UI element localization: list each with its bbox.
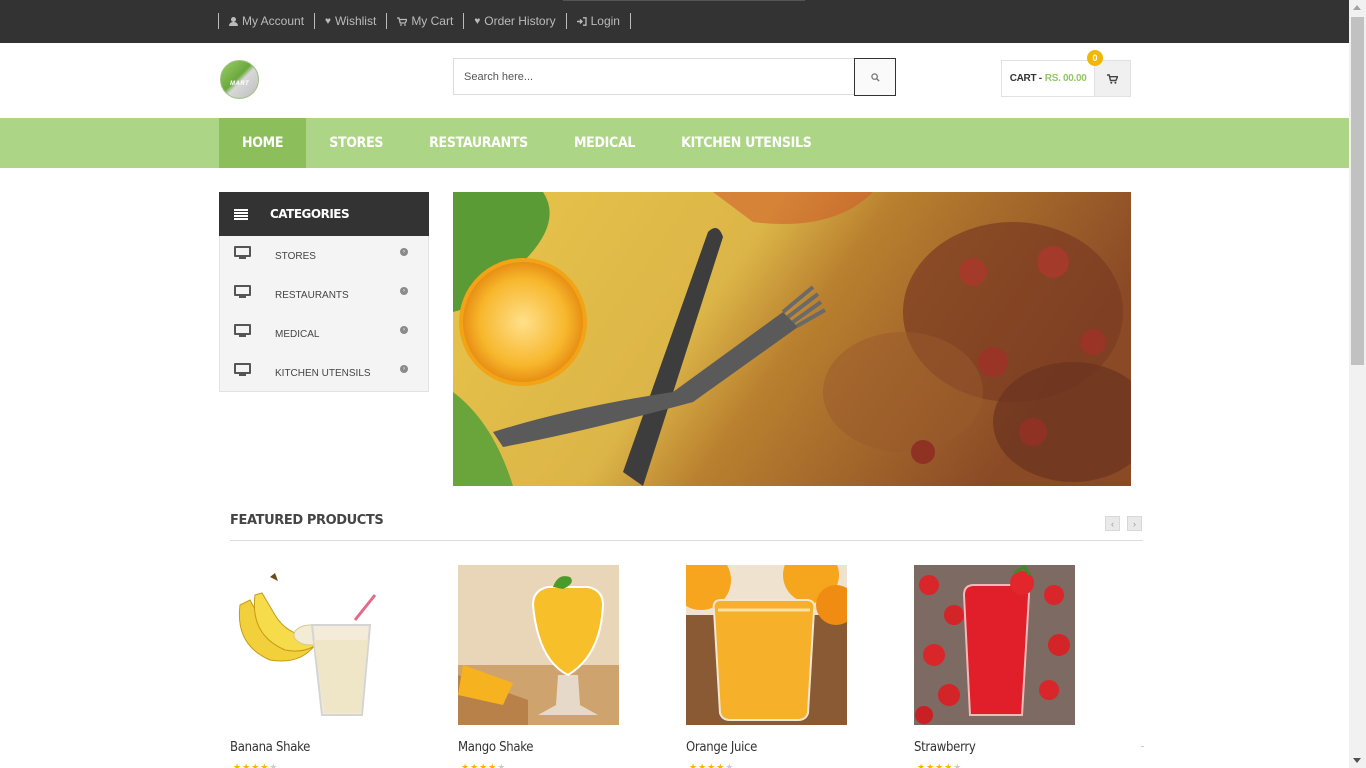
account-links: My Account ♥ Wishlist My Cart ♥ Order Hi…: [218, 13, 631, 29]
main-nav-items: HOME STORES RESTAURANTS MEDICAL KITCHEN …: [219, 118, 835, 168]
top-bar: My Account ♥ Wishlist My Cart ♥ Order Hi…: [0, 0, 1349, 43]
cart-widget[interactable]: CART - RS. 00.00: [1001, 60, 1131, 97]
next-product-peek: [1141, 746, 1144, 747]
heart-icon: ♥: [474, 15, 481, 27]
featured-products-title: FEATURED PRODUCTS: [230, 513, 384, 528]
product-image-orange-juice[interactable]: [686, 565, 847, 725]
desktop-icon: [234, 246, 251, 260]
chevron-right-icon: ›: [400, 248, 408, 256]
product-rating: ★★★★★: [233, 762, 279, 768]
search-button[interactable]: [854, 58, 896, 96]
my-account-label: My Account: [242, 14, 305, 28]
my-cart-link[interactable]: My Cart: [386, 13, 463, 29]
cart-button[interactable]: [1094, 61, 1130, 96]
category-item-kitchen-utensils[interactable]: KITCHEN UTENSILS ›: [220, 353, 428, 392]
heart-icon: ♥: [325, 15, 331, 27]
product-image-mango-shake[interactable]: [458, 565, 619, 725]
logo-text: MART: [230, 81, 250, 87]
product-card[interactable]: Orange Juice ★★★★★: [686, 565, 847, 768]
hero-banner-image[interactable]: [453, 192, 1131, 486]
login-icon: [576, 16, 587, 26]
my-account-link[interactable]: My Account: [218, 13, 314, 29]
nav-item-stores[interactable]: STORES: [306, 118, 406, 168]
chevron-right-icon: ›: [400, 365, 408, 373]
product-rating: ★★★★★: [461, 762, 507, 768]
scroll-up-arrow-icon[interactable]: [1353, 5, 1361, 10]
browser-tab-hint: [563, 0, 805, 1]
cart-count-badge: 0: [1087, 50, 1103, 66]
menu-icon: [234, 208, 248, 220]
scroll-down-arrow-icon[interactable]: [1353, 758, 1361, 763]
order-history-link[interactable]: ♥ Order History: [463, 13, 565, 29]
product-image-banana-shake[interactable]: [230, 565, 391, 725]
cart-icon: [397, 16, 409, 26]
product-name[interactable]: Strawberry: [914, 740, 976, 755]
nav-item-medical[interactable]: MEDICAL: [551, 118, 658, 168]
login-label: Login: [590, 14, 620, 28]
search-icon: [870, 72, 880, 82]
category-item-medical[interactable]: MEDICAL ›: [220, 314, 428, 353]
login-link[interactable]: Login: [565, 13, 631, 29]
nav-item-kitchen-utensils[interactable]: KITCHEN UTENSILS: [658, 118, 834, 168]
product-name[interactable]: Mango Shake: [458, 740, 533, 755]
main-nav: HOME STORES RESTAURANTS MEDICAL KITCHEN …: [0, 118, 1349, 168]
chevron-right-icon: ›: [400, 287, 408, 295]
order-history-label: Order History: [484, 14, 556, 28]
category-label: RESTAURANTS: [275, 290, 349, 301]
search-bar: [453, 58, 896, 96]
product-image-strawberry[interactable]: [914, 565, 1075, 725]
product-card[interactable]: Banana Shake ★★★★★: [230, 565, 391, 768]
carousel-next-button[interactable]: ›: [1127, 516, 1142, 531]
category-label: KITCHEN UTENSILS: [275, 368, 371, 379]
category-item-stores[interactable]: STORES ›: [220, 236, 428, 275]
desktop-icon: [234, 285, 251, 299]
product-name[interactable]: Banana Shake: [230, 740, 310, 755]
desktop-icon: [234, 324, 251, 338]
category-label: MEDICAL: [275, 329, 320, 340]
wishlist-label: Wishlist: [334, 14, 377, 28]
cart-icon: [1107, 73, 1119, 84]
chevron-right-icon: ›: [1133, 518, 1136, 529]
featured-divider: [230, 540, 1143, 541]
site-logo[interactable]: MART: [220, 60, 259, 99]
cart-summary: CART - RS. 00.00: [1002, 61, 1094, 96]
desktop-icon: [234, 363, 251, 377]
page-scrollbar[interactable]: [1349, 0, 1366, 768]
search-input[interactable]: [453, 58, 854, 95]
product-name[interactable]: Orange Juice: [686, 740, 757, 755]
nav-item-restaurants[interactable]: RESTAURANTS: [406, 118, 551, 168]
product-card[interactable]: Strawberry ★★★★★: [914, 565, 1075, 768]
product-rating: ★★★★★: [917, 762, 963, 768]
cart-label: CART -: [1009, 73, 1042, 84]
chevron-right-icon: ›: [400, 326, 408, 334]
scrollbar-thumb[interactable]: [1351, 17, 1364, 365]
user-icon: [229, 16, 238, 26]
category-item-restaurants[interactable]: RESTAURANTS ›: [220, 275, 428, 314]
product-rating: ★★★★★: [689, 762, 735, 768]
carousel-prev-button[interactable]: ‹: [1105, 516, 1120, 531]
my-cart-label: My Cart: [411, 14, 454, 28]
categories-title: CATEGORIES: [270, 207, 350, 221]
categories-list: STORES › RESTAURANTS › MEDICAL › KITCHEN…: [219, 236, 429, 392]
categories-header[interactable]: CATEGORIES: [219, 192, 429, 236]
wishlist-link[interactable]: ♥ Wishlist: [314, 13, 386, 29]
nav-item-home[interactable]: HOME: [219, 118, 307, 168]
cart-amount: RS. 00.00: [1044, 73, 1087, 84]
product-card[interactable]: Mango Shake ★★★★★: [458, 565, 619, 768]
category-label: STORES: [275, 251, 316, 262]
chevron-left-icon: ‹: [1111, 518, 1114, 529]
